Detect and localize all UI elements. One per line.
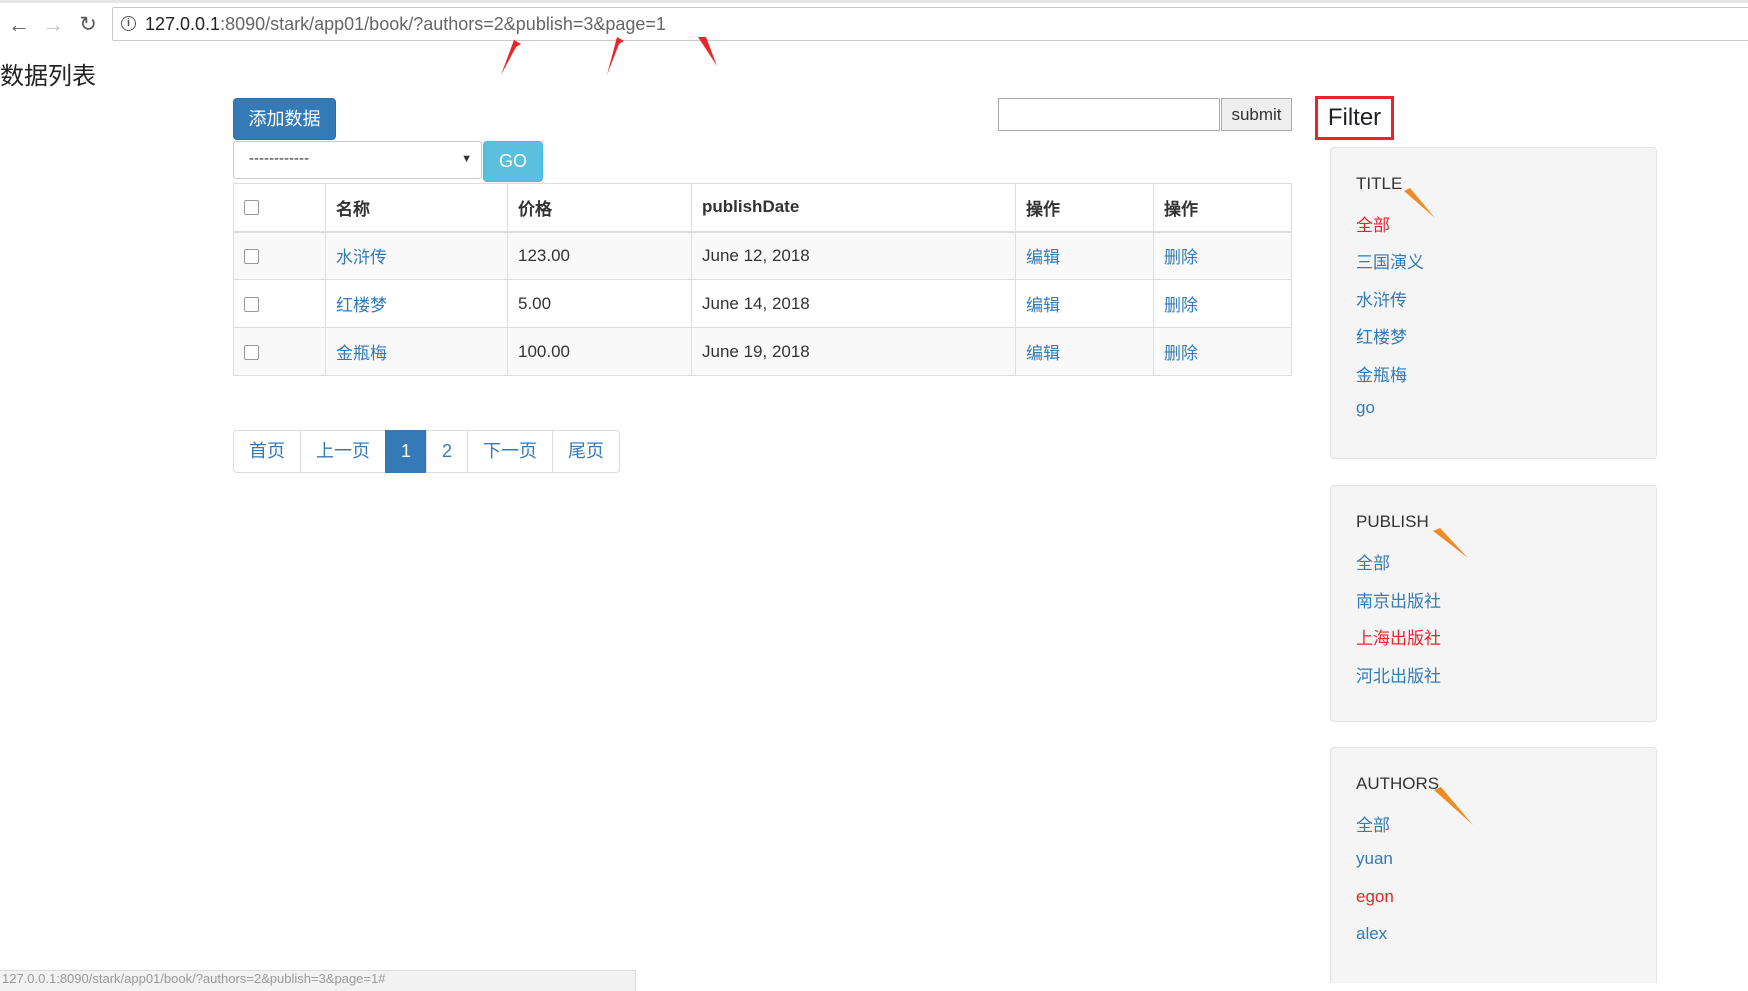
dropdown-caret-icon: ▼ (461, 153, 472, 165)
date-cell: June 14, 2018 (691, 279, 1016, 328)
search-input[interactable] (998, 98, 1220, 131)
price-cell: 123.00 (507, 231, 692, 280)
browser-chrome: ← → ↻ i 127.0.0.1:8090/stark/app01/book/… (0, 0, 1748, 47)
submit-button[interactable]: submit (1221, 98, 1292, 131)
pagination-page-1[interactable]: 1 (385, 430, 428, 473)
filter-option[interactable]: 红楼梦 (1356, 323, 1407, 348)
address-bar[interactable]: i 127.0.0.1:8090/stark/app01/book/?autho… (112, 7, 1748, 41)
tab-strip (0, 0, 1748, 3)
filter-option[interactable]: alex (1356, 924, 1387, 944)
table-row: 红楼梦 5.00 June 14, 2018 编辑 删除 (233, 279, 1292, 328)
page-title: 数据列表 (0, 63, 96, 90)
edit-link[interactable]: 编辑 (1026, 344, 1060, 363)
filter-option[interactable]: 三国演义 (1356, 248, 1424, 273)
price-cell: 100.00 (507, 327, 692, 376)
row-checkbox[interactable] (244, 248, 259, 264)
select-all-checkbox[interactable] (244, 200, 259, 216)
table-row: 水浒传 123.00 June 12, 2018 编辑 删除 (233, 231, 1292, 280)
book-name-link[interactable]: 水浒传 (336, 248, 387, 267)
column-header-publishdate: publishDate (691, 183, 1016, 233)
edit-cell: 编辑 (1015, 327, 1154, 376)
edit-link[interactable]: 编辑 (1026, 296, 1060, 315)
date-cell: June 12, 2018 (691, 231, 1016, 280)
filter-option-all[interactable]: 全部 (1356, 549, 1390, 574)
filter-option-all[interactable]: 全部 (1356, 211, 1390, 236)
edit-link[interactable]: 编辑 (1026, 248, 1060, 267)
filter-panel-title: TITLE 全部 三国演义 水浒传 红楼梦 金瓶梅 go (1330, 147, 1657, 459)
filter-option[interactable]: 南京出版社 (1356, 587, 1441, 612)
filter-panel-authors: AUTHORS 全部 yuan egon alex (1330, 747, 1657, 983)
filter-option[interactable]: 水浒传 (1356, 286, 1407, 311)
filter-option-all[interactable]: 全部 (1356, 811, 1390, 836)
filter-option[interactable]: go (1356, 398, 1375, 418)
filter-option[interactable]: 金瓶梅 (1356, 361, 1407, 386)
delete-cell: 删除 (1153, 279, 1292, 328)
name-cell: 水浒传 (325, 231, 508, 280)
book-name-link[interactable]: 红楼梦 (336, 296, 387, 315)
go-button[interactable]: GO (483, 141, 543, 182)
row-select-cell (233, 231, 326, 280)
date-cell: June 19, 2018 (691, 327, 1016, 376)
delete-cell: 删除 (1153, 327, 1292, 376)
action-select[interactable]: ------------ ▼ (233, 141, 482, 179)
action-select-value: ------------ (249, 150, 309, 167)
select-all-cell (233, 183, 326, 233)
delete-link[interactable]: 删除 (1164, 248, 1198, 267)
name-cell: 红楼梦 (325, 279, 508, 328)
filter-option[interactable]: yuan (1356, 849, 1393, 869)
status-bar: 127.0.0.1:8090/stark/app01/book/?authors… (0, 970, 636, 991)
row-select-cell (233, 279, 326, 328)
pagination-page-2[interactable]: 2 (426, 430, 469, 473)
edit-cell: 编辑 (1015, 231, 1154, 280)
book-name-link[interactable]: 金瓶梅 (336, 344, 387, 363)
filter-group-title: AUTHORS (1356, 774, 1440, 793)
column-header-delete: 操作 (1153, 183, 1292, 233)
row-select-cell (233, 327, 326, 376)
delete-link[interactable]: 删除 (1164, 344, 1198, 363)
add-data-button[interactable]: 添加数据 (233, 98, 336, 140)
filter-group-title: PUBLISH (1356, 512, 1429, 531)
url-text: 127.0.0.1:8090/stark/app01/book/?authors… (145, 14, 666, 35)
price-cell: 5.00 (507, 279, 692, 328)
delete-link[interactable]: 删除 (1164, 296, 1198, 315)
edit-cell: 编辑 (1015, 279, 1154, 328)
filter-option[interactable]: 河北出版社 (1356, 662, 1441, 687)
forward-arrow-icon[interactable]: → (40, 12, 66, 38)
column-header-edit: 操作 (1015, 183, 1154, 233)
filter-option[interactable]: 上海出版社 (1356, 624, 1441, 649)
site-info-icon[interactable]: i (121, 16, 136, 31)
filter-heading: Filter (1315, 96, 1394, 140)
url-host: 127.0.0.1 (145, 14, 221, 34)
column-header-price: 价格 (507, 183, 692, 233)
reload-icon[interactable]: ↻ (75, 12, 101, 38)
column-header-name: 名称 (325, 183, 508, 233)
filter-option[interactable]: egon (1356, 887, 1394, 907)
table-row: 金瓶梅 100.00 June 19, 2018 编辑 删除 (233, 327, 1292, 376)
delete-cell: 删除 (1153, 231, 1292, 280)
filter-panel-publish: PUBLISH 全部 南京出版社 上海出版社 河北出版社 (1330, 485, 1657, 722)
filter-group-title: TITLE (1356, 174, 1403, 193)
url-path: :8090/stark/app01/book/?authors=2&publis… (220, 14, 666, 34)
pagination-last[interactable]: 尾页 (552, 430, 621, 473)
row-checkbox[interactable] (244, 344, 259, 360)
pagination-prev[interactable]: 上一页 (300, 430, 386, 473)
book-table: 名称 价格 publishDate 操作 操作 水浒传 123.00 June … (233, 183, 1292, 376)
row-checkbox[interactable] (244, 296, 259, 312)
back-arrow-icon[interactable]: ← (6, 12, 32, 38)
name-cell: 金瓶梅 (325, 327, 508, 376)
pagination-first[interactable]: 首页 (233, 430, 301, 473)
pagination-next[interactable]: 下一页 (467, 430, 554, 473)
pagination: 首页 上一页 1 2 下一页 尾页 (233, 430, 621, 473)
table-header-row: 名称 价格 publishDate 操作 操作 (233, 183, 1292, 233)
